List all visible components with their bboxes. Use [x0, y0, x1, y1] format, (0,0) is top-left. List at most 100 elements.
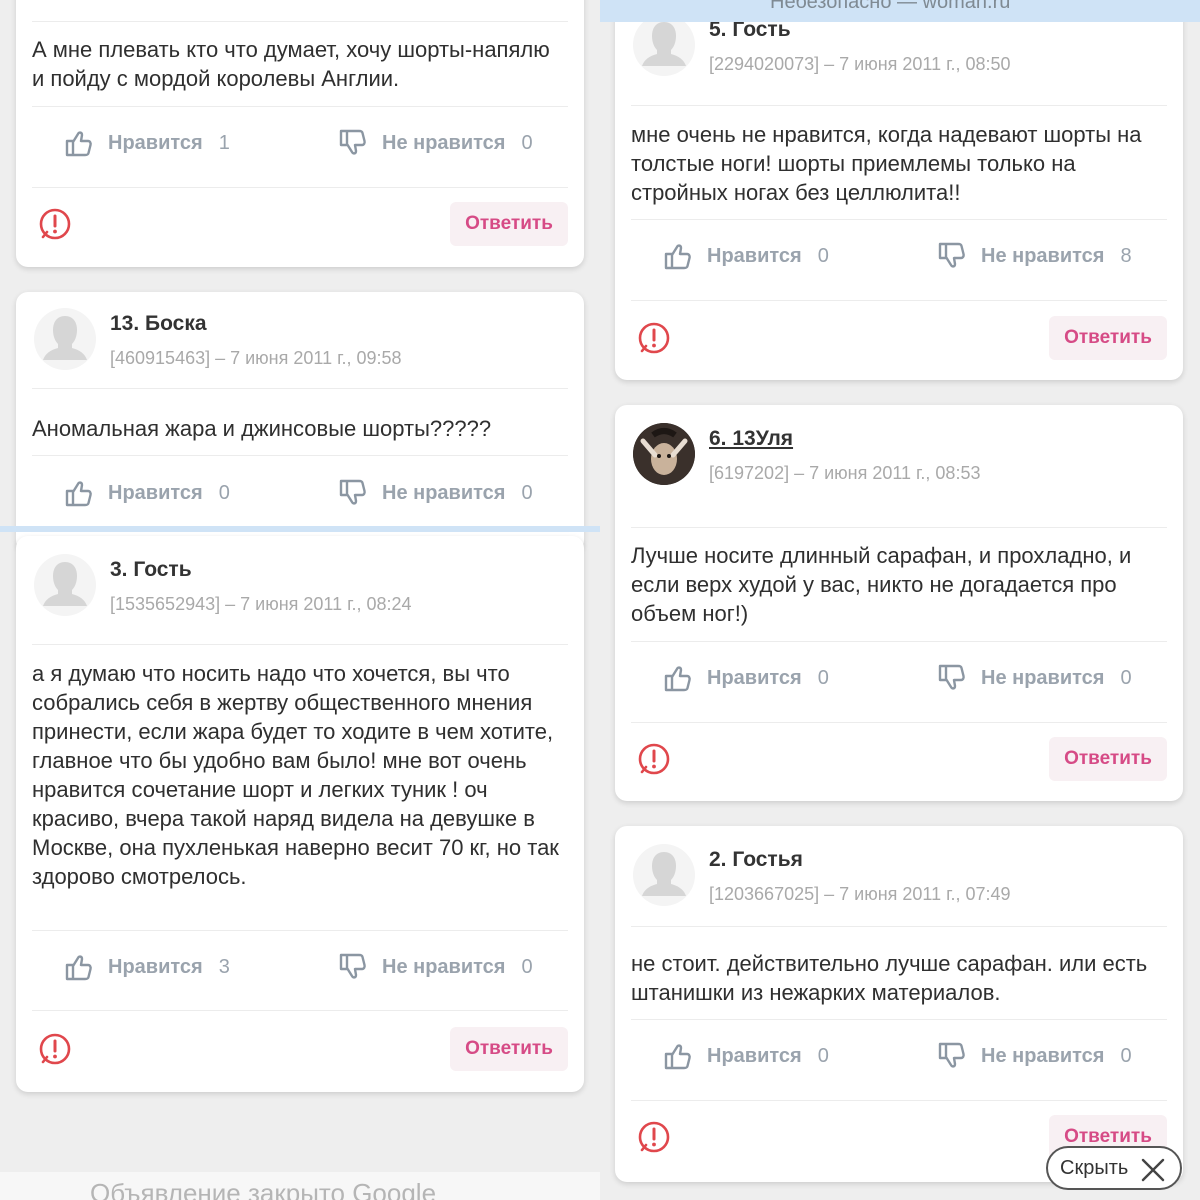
dislike-button[interactable]: Не нравится 0 [338, 128, 533, 158]
separator [631, 1019, 1167, 1020]
like-count: 0 [817, 1044, 829, 1067]
thumbs-up-icon [64, 128, 94, 158]
report-icon[interactable] [38, 207, 72, 241]
reply-button[interactable]: Ответить [1049, 316, 1167, 360]
author-name: 2. Гостья [709, 848, 803, 871]
comment-header: 2. Гостья [1203667025] – 7 июня 2011 г.,… [633, 844, 1165, 906]
dislike-count: 0 [1120, 666, 1132, 689]
thumbs-down-icon [338, 952, 368, 982]
comment-text: Аномальная жара и джинсовые шорты????? [32, 416, 492, 441]
separator [631, 926, 1167, 927]
separator [32, 388, 568, 389]
separator [631, 300, 1167, 301]
comment-timestamp: [1203667025] – 7 июня 2011 г., 07:49 [709, 884, 1011, 904]
avatar-photo[interactable] [633, 423, 695, 485]
comment-card: 2. Гостья [1203667025] – 7 июня 2011 г.,… [615, 826, 1183, 1182]
separator [631, 527, 1167, 528]
ad-closed-banner: Объявление закрыто Google [0, 1172, 600, 1200]
like-button[interactable]: Нравится 0 [663, 663, 829, 693]
hide-button[interactable]: Скрыть [1046, 1146, 1182, 1190]
like-count: 3 [218, 955, 230, 978]
ad-closed-text: Объявление закрыто Google [90, 1178, 437, 1200]
like-label: Нравится [707, 1044, 802, 1067]
dislike-count: 0 [521, 131, 533, 154]
dislike-label: Не нравится [981, 1044, 1105, 1067]
thumbs-down-icon [937, 1041, 967, 1071]
separator [32, 1010, 568, 1011]
thumbs-down-icon [937, 241, 967, 271]
thumbs-up-icon [663, 1041, 693, 1071]
report-icon[interactable] [637, 1120, 671, 1154]
address-text: Небезопасно — woman.ru [770, 0, 1011, 13]
browser-address-bar[interactable]: Небезопасно — woman.ru [600, 0, 1200, 22]
separator [631, 105, 1167, 106]
separator [32, 930, 568, 931]
like-button[interactable]: Нравится 0 [663, 1041, 829, 1071]
separator [32, 455, 568, 456]
dislike-label: Не нравится [382, 131, 506, 154]
like-label: Нравится [108, 955, 203, 978]
user-photo-icon [633, 423, 695, 485]
user-silhouette-icon [633, 14, 695, 76]
separator [32, 106, 568, 107]
dislike-label: Не нравится [981, 244, 1105, 267]
thumbs-up-icon [64, 478, 94, 508]
dislike-count: 0 [521, 481, 533, 504]
comment-timestamp: [460915463] – 7 июня 2011 г., 09:58 [110, 348, 402, 368]
report-icon[interactable] [637, 742, 671, 776]
separator [631, 641, 1167, 642]
comment-timestamp: [6197202] – 7 июня 2011 г., 08:53 [709, 463, 981, 483]
author-name: 13. Боска [110, 312, 207, 335]
avatar[interactable] [633, 14, 695, 76]
dislike-button[interactable]: Не нравится 0 [937, 1041, 1132, 1071]
separator [32, 21, 568, 22]
report-icon[interactable] [637, 321, 671, 355]
hide-label: Скрыть [1060, 1156, 1129, 1179]
comment-card: 13. Боска [460915463] – 7 июня 2011 г., … [16, 292, 584, 552]
avatar[interactable] [34, 308, 96, 370]
reply-button[interactable]: Ответить [1049, 737, 1167, 781]
right-screenshot: 5. Гость [2294020073] – 7 июня 2011 г., … [600, 0, 1200, 1200]
like-button[interactable]: Нравится 0 [663, 241, 829, 271]
like-count: 0 [817, 666, 829, 689]
screenshot-divider [0, 526, 600, 532]
like-count: 1 [218, 131, 230, 154]
dislike-count: 0 [1120, 1044, 1132, 1067]
thumbs-up-icon [64, 952, 94, 982]
author-name: 3. Гость [110, 558, 192, 581]
dislike-button[interactable]: Не нравится 0 [338, 952, 533, 982]
dislike-label: Не нравится [981, 666, 1105, 689]
separator [631, 1100, 1167, 1101]
comment-header: 5. Гость [2294020073] – 7 июня 2011 г., … [633, 14, 1165, 76]
comment-card: 6. 13Уля [6197202] – 7 июня 2011 г., 08:… [615, 405, 1183, 801]
comment-card: 5. Гость [2294020073] – 7 июня 2011 г., … [615, 0, 1183, 380]
dislike-button[interactable]: Не нравится 0 [937, 663, 1132, 693]
like-label: Нравится [108, 481, 203, 504]
dislike-count: 8 [1120, 244, 1132, 267]
dislike-button[interactable]: Не нравится 8 [937, 241, 1132, 271]
comment-card: 3. Гость [1535652943] – 7 июня 2011 г., … [16, 536, 584, 1092]
comment-header: 6. 13Уля [6197202] – 7 июня 2011 г., 08:… [633, 423, 1165, 485]
comment-timestamp: [2294020073] – 7 июня 2011 г., 08:50 [709, 54, 1011, 74]
separator [631, 722, 1167, 723]
avatar[interactable] [633, 844, 695, 906]
user-silhouette-icon [34, 308, 96, 370]
avatar[interactable] [34, 554, 96, 616]
like-button[interactable]: Нравится 0 [64, 478, 230, 508]
like-button[interactable]: Нравится 1 [64, 128, 230, 158]
comment-header: 13. Боска [460915463] – 7 июня 2011 г., … [34, 308, 566, 370]
close-icon [1141, 1158, 1165, 1182]
author-name-link[interactable]: 6. 13Уля [709, 427, 980, 451]
dislike-count: 0 [521, 955, 533, 978]
reply-button[interactable]: Ответить [450, 1027, 568, 1071]
user-silhouette-icon [34, 554, 96, 616]
comment-text: не стоит. действительно лучше сарафан. и… [631, 951, 1148, 1005]
like-count: 0 [817, 244, 829, 267]
like-button[interactable]: Нравится 3 [64, 952, 230, 982]
like-count: 0 [218, 481, 230, 504]
dislike-label: Не нравится [382, 955, 506, 978]
report-icon[interactable] [38, 1032, 72, 1066]
reply-button[interactable]: Ответить [450, 202, 568, 246]
dislike-button[interactable]: Не нравится 0 [338, 478, 533, 508]
like-label: Нравится [707, 666, 802, 689]
